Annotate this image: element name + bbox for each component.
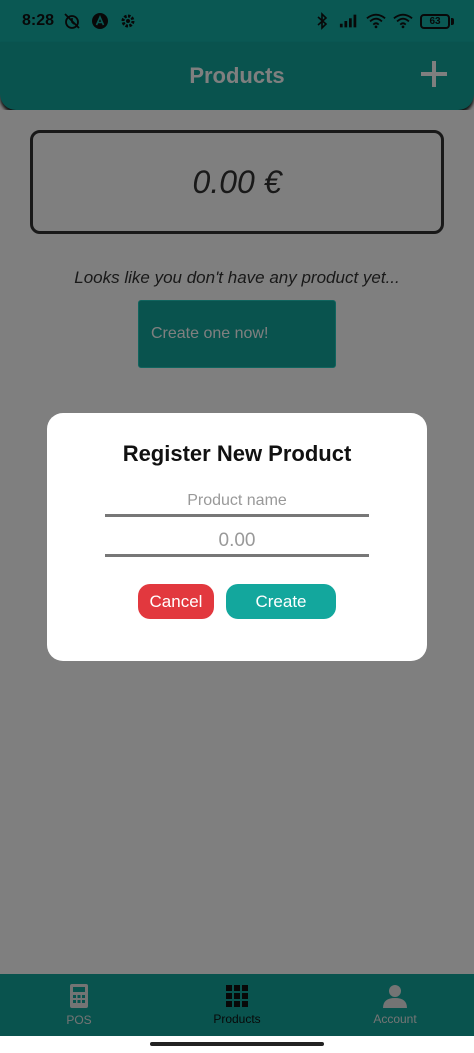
product-name-input[interactable] (105, 487, 369, 517)
create-button[interactable]: Create (226, 584, 336, 619)
gesture-handle[interactable] (150, 1042, 324, 1046)
cancel-button[interactable]: Cancel (138, 584, 214, 619)
dialog-title: Register New Product (122, 441, 352, 466)
product-price-input[interactable] (105, 527, 369, 557)
register-product-dialog: Register New Product Cancel Create (47, 413, 427, 661)
